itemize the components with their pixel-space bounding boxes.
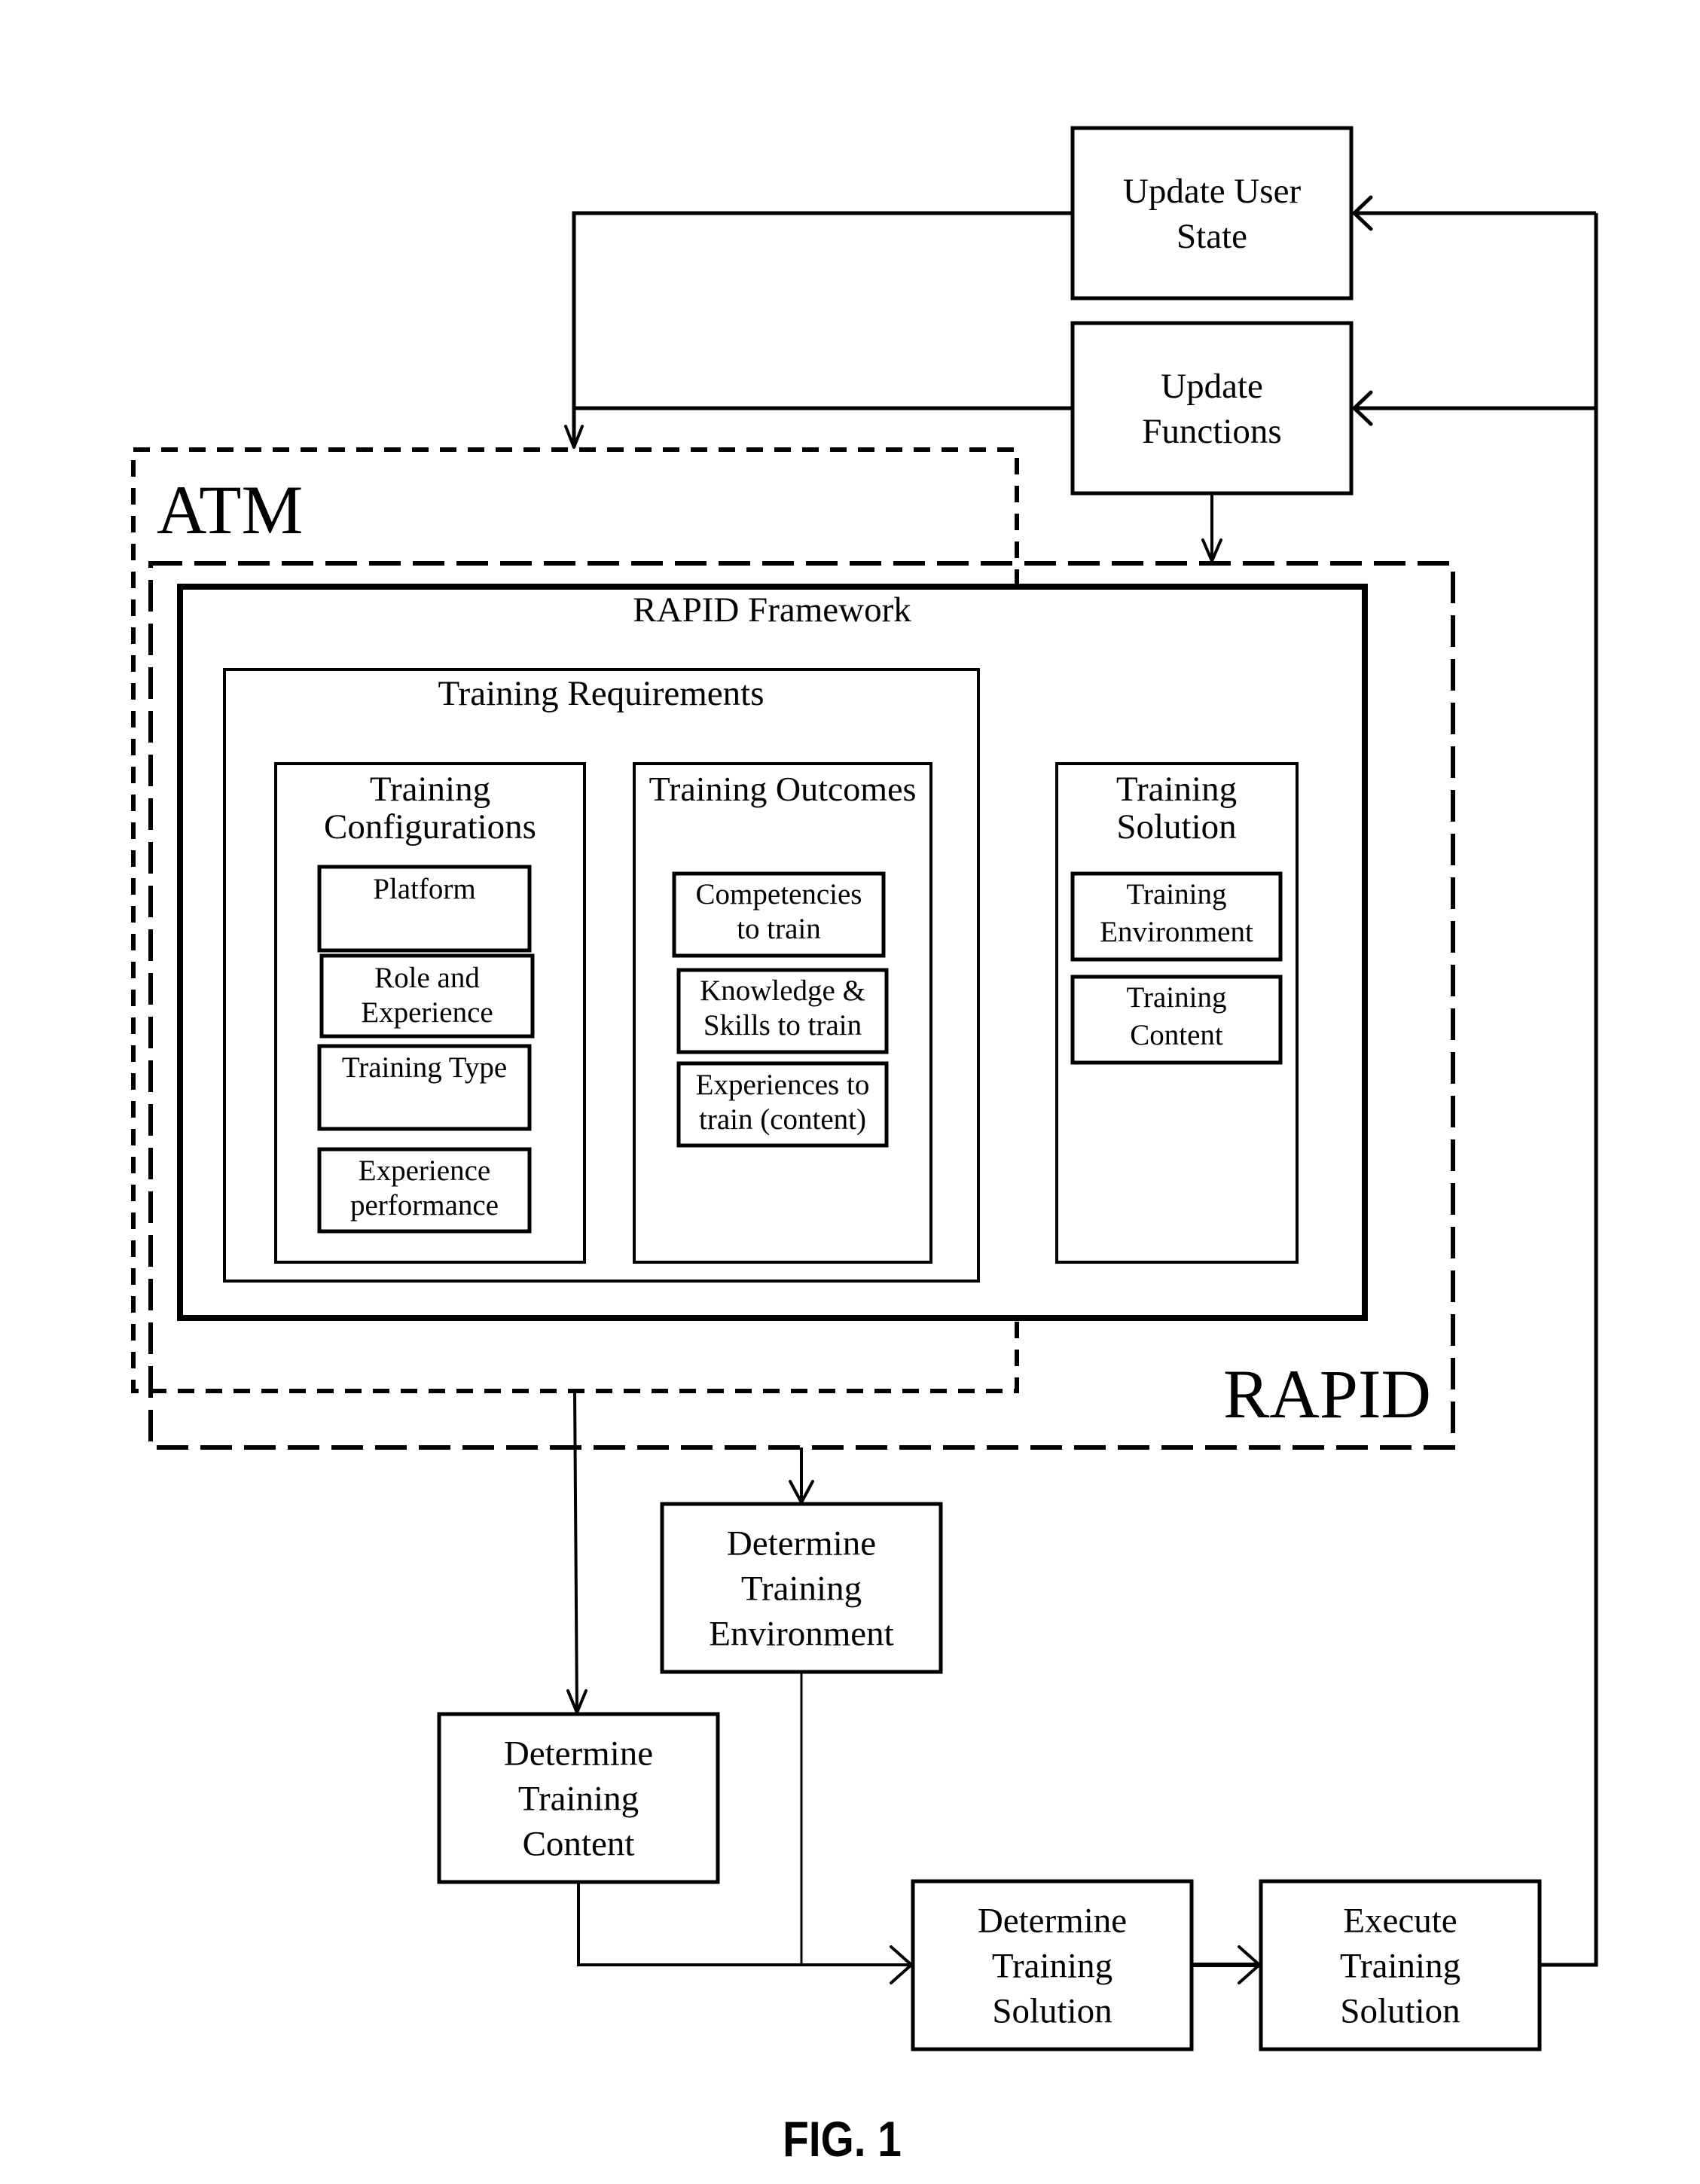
outcome-item-experiences-to-train-content: Experiences totrain (content)	[676, 1061, 889, 1148]
label-line: Competencies	[696, 878, 862, 911]
config-item-training-type: Training Type	[317, 1044, 532, 1131]
process-step-update-user-state: Update User State	[1070, 126, 1354, 300]
label-line: Determine	[978, 1901, 1127, 1940]
atm-region-label: ATM	[157, 471, 303, 548]
config-item-experience-performance: Experienceperformance	[317, 1147, 532, 1234]
outcome-item-competencies-to-train: Competenciesto train	[672, 871, 886, 958]
label-line: Training	[1340, 1946, 1460, 1985]
connector-determine-content-to-solution	[577, 1882, 911, 1966]
label-line: Solution	[1116, 807, 1236, 846]
label-line: Training Type	[342, 1051, 507, 1084]
process-step-update-functions: Update Functions	[1070, 321, 1354, 496]
label-line: Functions	[1142, 412, 1281, 451]
connector-atm-to-determine-content	[573, 1390, 578, 1713]
label-line: Determine	[727, 1524, 876, 1563]
label-line: train (content)	[699, 1103, 866, 1136]
label-line: Experiences to	[696, 1069, 870, 1101]
label-line: Role and	[374, 962, 480, 994]
process-step-execute-training-solution: Execute Training Solution	[1259, 1879, 1542, 2051]
process-step-determine-training-content: Determine Training Content	[437, 1712, 720, 1884]
label-line: to train	[737, 913, 821, 945]
label-line: Training	[518, 1779, 639, 1818]
label-line: Solution	[992, 1991, 1112, 2030]
label-line: Update User	[1123, 172, 1302, 211]
training-solution-title: TrainingSolution	[1116, 770, 1237, 846]
process-step-box	[1070, 321, 1354, 496]
config-item-role-and-experience: Role andExperience	[319, 953, 535, 1039]
label-line: Experience	[361, 996, 493, 1029]
figure-label: FIG. 1	[783, 2112, 902, 2167]
label-line: Platform	[373, 873, 475, 905]
label-line: Training	[741, 1569, 862, 1608]
label-line: Experience	[359, 1155, 490, 1187]
process-step-determine-training-environment: Determine Training Environment	[660, 1502, 943, 1674]
label-line: Skills to train	[704, 1009, 862, 1042]
training-outcomes-title: Training Outcomes	[649, 770, 917, 808]
label-line: Training	[1127, 981, 1227, 1014]
connector-execute-to-feedback-rail	[1540, 213, 1598, 1967]
label-line: Training	[992, 1946, 1112, 1985]
rapid-atm-flow-diagram: ATM RAPID RAPID Framework Training Requi…	[131, 126, 1598, 2167]
label-line: Training	[370, 770, 490, 809]
label-line: Knowledge &	[700, 975, 865, 1007]
label-line: Update	[1161, 367, 1263, 406]
label-line: Determine	[504, 1734, 653, 1773]
label-line: Environment	[1100, 916, 1253, 948]
process-step-determine-training-solution: Determine Training Solution	[911, 1879, 1194, 2051]
label-line: Configurations	[324, 807, 536, 846]
rapid-framework-title: RAPID Framework	[633, 590, 911, 630]
label-line: Content	[523, 1824, 635, 1863]
process-step-box	[1070, 126, 1354, 300]
connector-update-user-state-to-atm	[572, 211, 1073, 447]
label-line: Solution	[1340, 1991, 1460, 2030]
outcome-item-knowledge-skills-to-train: Knowledge &Skills to train	[676, 968, 889, 1054]
label-line: Training	[1127, 878, 1227, 911]
label-line: performance	[350, 1189, 499, 1222]
solution-item-training-environment: Training Environment	[1070, 871, 1283, 962]
label-line: Environment	[709, 1614, 893, 1653]
training-requirements-title: Training Requirements	[438, 674, 765, 713]
rapid-region-label: RAPID	[1223, 1356, 1431, 1432]
config-item-platform: Platform	[317, 865, 532, 953]
label-line: Training Outcomes	[649, 770, 917, 808]
label-line: Training	[1116, 770, 1237, 809]
solution-item-training-content: Training Content	[1070, 975, 1283, 1065]
label-line: State	[1177, 217, 1247, 256]
label-line: Content	[1130, 1019, 1223, 1051]
label-line: Execute	[1343, 1901, 1457, 1940]
